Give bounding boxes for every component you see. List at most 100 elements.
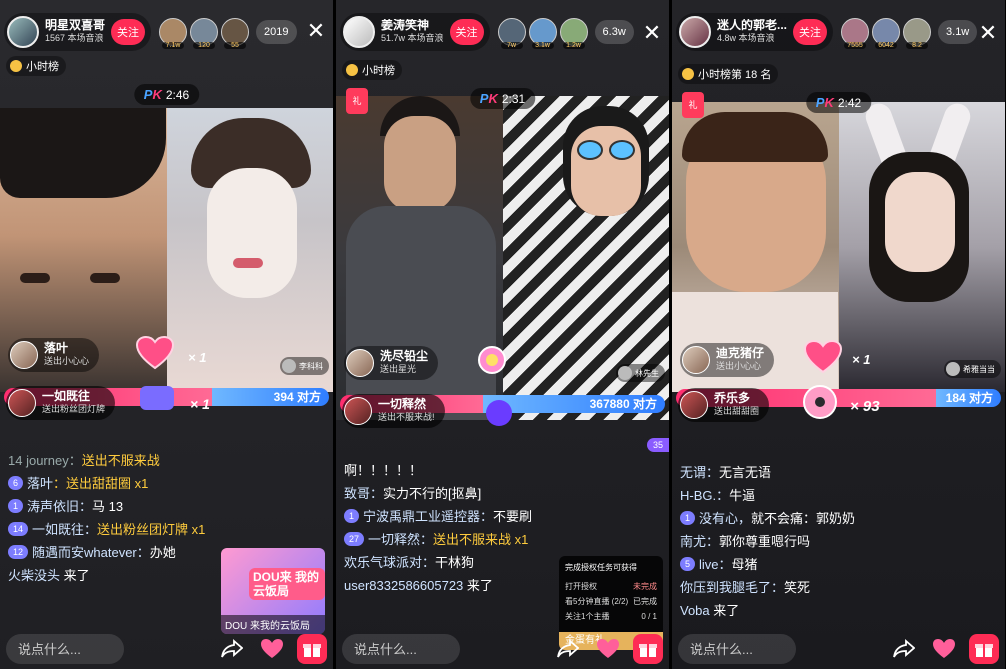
host-avatar[interactable] bbox=[343, 16, 375, 48]
topbar: 明星双喜哥 1567 本场音浪 关注 7.1w 120 55 2019 bbox=[4, 10, 329, 54]
host-card[interactable]: 明星双喜哥 1567 本场音浪 关注 bbox=[4, 13, 152, 51]
viewer-avatar[interactable]: 7.1w bbox=[159, 18, 188, 49]
close-icon[interactable]: ✕ bbox=[305, 18, 327, 44]
chat-feed[interactable]: 14 journey：送出不服来战 6 落叶：送出甜甜圈 x1 1 涛声依旧：马 1… bbox=[8, 450, 223, 588]
bar-gift-sender[interactable]: 一切释然 送出不服来战! bbox=[342, 394, 445, 428]
comment-input[interactable] bbox=[342, 634, 460, 664]
viewer-score: 1.2w bbox=[562, 42, 585, 49]
viewer-score: 7.1w bbox=[162, 42, 185, 49]
gift-sender[interactable]: 洗尽铅尘 送出星光 bbox=[344, 346, 439, 380]
viewer-avatar[interactable]: 6042 bbox=[872, 18, 901, 49]
guest-tag[interactable]: 希雅当当 bbox=[944, 360, 1001, 378]
comment-input[interactable] bbox=[6, 634, 124, 664]
share-icon[interactable] bbox=[217, 634, 247, 664]
chat-line: 14 一如既往：送出粉丝团灯牌 x1 bbox=[8, 519, 223, 541]
guest-tag[interactable]: 李科科 bbox=[280, 357, 329, 375]
chat-line: 14 journey：送出不服来战 bbox=[8, 453, 160, 468]
viewer-count[interactable]: 2019 bbox=[256, 20, 297, 44]
chat-feed[interactable]: 无谓：无言无语 H-BG.：牛逼 1 没有心，就不会痛：郭奶奶 南尤：郭你尊重嗯行… bbox=[680, 462, 997, 623]
sender-avatar bbox=[680, 391, 708, 419]
chat-line: user8332586605723 来了 bbox=[344, 578, 493, 593]
viewer-avatar[interactable]: 7w bbox=[497, 18, 526, 49]
sender-name: 一如既往 bbox=[42, 389, 91, 403]
viewer-score: 7w bbox=[500, 42, 523, 49]
guest-tag[interactable]: 林先生 bbox=[616, 364, 665, 382]
chat-line: 你压到我腿毛了：笑死 bbox=[680, 580, 811, 595]
sender-avatar bbox=[682, 346, 710, 374]
bottom-bar bbox=[336, 629, 669, 669]
promo-banner[interactable]: DOU来 我的云饭局 DOU 来我的云饭局 bbox=[221, 548, 325, 634]
viewer-avatar[interactable]: 8.2 bbox=[903, 18, 932, 49]
live-room-3: 迷人的郭老... 4.8w 本场音浪 关注 7555 6042 8.2 3.1w… bbox=[672, 0, 1005, 669]
pk-timer: PK 2:46 bbox=[133, 84, 200, 105]
promo-title: DOU来 我的云饭局 bbox=[249, 568, 325, 600]
viewer-score: 3.1w bbox=[531, 42, 554, 49]
follow-button[interactable]: 关注 bbox=[111, 19, 146, 45]
host-avatar[interactable] bbox=[7, 16, 39, 48]
guest-name: 林先生 bbox=[635, 368, 659, 378]
host-card[interactable]: 迷人的郭老... 4.8w 本场音浪 关注 bbox=[676, 13, 834, 51]
bar-gift-sender[interactable]: 乔乐多 送出甜甜圈 bbox=[678, 388, 770, 422]
viewer-count[interactable]: 6.3w bbox=[594, 20, 634, 44]
share-icon[interactable] bbox=[553, 634, 583, 664]
like-icon[interactable] bbox=[257, 634, 287, 664]
hour-rank-label: 小时榜 bbox=[362, 65, 395, 77]
sender-gift: 送出不服来战! bbox=[378, 412, 435, 422]
close-icon[interactable]: ✕ bbox=[977, 20, 999, 46]
viewer-count[interactable]: 3.1w bbox=[938, 20, 978, 44]
host-avatar[interactable] bbox=[679, 16, 711, 48]
gift-icon[interactable] bbox=[633, 634, 663, 664]
gift-sender[interactable]: 落叶 送出小心心 bbox=[8, 338, 100, 372]
guest-avatar bbox=[282, 359, 296, 373]
host-card[interactable]: 姜涛笑神 51.7w 本场音浪 关注 bbox=[340, 13, 490, 51]
sender-name: 落叶 bbox=[44, 341, 69, 355]
gift-combo: × 1 bbox=[852, 352, 871, 367]
chat-line: 5 live：母猪 bbox=[680, 554, 997, 576]
gift-sender[interactable]: 迪克猪仔 送出小心心 bbox=[680, 343, 775, 377]
like-icon[interactable] bbox=[929, 634, 959, 664]
hour-rank[interactable]: 小时榜 bbox=[342, 60, 402, 80]
hour-rank-label: 小时榜第 18 名 bbox=[698, 69, 772, 81]
red-packet-icon[interactable]: 礼 bbox=[346, 88, 368, 114]
topbar: 姜涛笑神 51.7w 本场音浪 关注 7w 3.1w 1.2w 6.3w bbox=[340, 10, 665, 54]
viewer-avatar[interactable]: 1.2w bbox=[559, 18, 588, 49]
chat-feed[interactable]: 啊！！！！！ 致哥：实力不行的[抠鼻] 1 宁波禹鼎工业遥控器：不要刷 27 一切释… bbox=[344, 460, 559, 598]
gift-icon[interactable] bbox=[297, 634, 327, 664]
pk-score-right: 394 对方 bbox=[212, 388, 329, 406]
chat-line: 欢乐气球派对：干林狗 bbox=[344, 555, 475, 570]
host-score: 1567 本场音浪 bbox=[45, 33, 104, 43]
sender-name: 洗尽铅尘 bbox=[380, 349, 429, 363]
hour-rank[interactable]: 小时榜第 18 名 bbox=[678, 64, 779, 84]
viewer-avatar[interactable]: 55 bbox=[221, 18, 250, 49]
viewer-score: 55 bbox=[224, 42, 247, 49]
chat-line: 12 随遇而安whatever：办她 bbox=[8, 542, 223, 564]
bar-gift-sender[interactable]: 一如既往 送出粉丝团灯牌 bbox=[6, 386, 116, 420]
hour-rank[interactable]: 小时榜 bbox=[6, 56, 66, 76]
sender-name: 迪克猪仔 bbox=[716, 346, 765, 360]
chat-line: 南尤：郭你尊重嗯行吗 bbox=[680, 534, 811, 549]
viewer-avatar[interactable]: 7555 bbox=[841, 18, 870, 49]
chat-line: 1 没有心，就不会痛：郭奶奶 bbox=[680, 508, 997, 530]
red-packet-icon[interactable]: 礼 bbox=[682, 92, 704, 118]
chat-line: 6 落叶：送出甜甜圈 x1 bbox=[8, 473, 223, 495]
fan-club-icon bbox=[140, 386, 174, 410]
viewer-avatar[interactable]: 3.1w bbox=[528, 18, 557, 49]
close-icon[interactable]: ✕ bbox=[641, 20, 663, 46]
chat-line: Voba 来了 bbox=[680, 603, 740, 618]
like-icon[interactable] bbox=[593, 634, 623, 664]
chat-line: 火柴没头 来了 bbox=[8, 568, 90, 583]
comment-input[interactable] bbox=[678, 634, 796, 664]
task-title: 完成授权任务可获得 bbox=[565, 563, 637, 572]
share-icon[interactable] bbox=[889, 634, 919, 664]
host-score: 51.7w 本场音浪 bbox=[381, 33, 444, 43]
chat-line: 1 涛声依旧：马 13 bbox=[8, 496, 223, 518]
pk-icon: PK bbox=[479, 91, 498, 106]
bottom-bar bbox=[672, 629, 1005, 669]
follow-button[interactable]: 关注 bbox=[793, 19, 828, 45]
follow-button[interactable]: 关注 bbox=[449, 19, 484, 45]
viewer-avatar[interactable]: 120 bbox=[190, 18, 219, 49]
coin-icon bbox=[682, 68, 694, 80]
gift-icon[interactable] bbox=[969, 634, 999, 664]
sender-gift: 送出星光 bbox=[380, 364, 417, 374]
gift-counter-pill[interactable]: 35 bbox=[646, 438, 669, 452]
